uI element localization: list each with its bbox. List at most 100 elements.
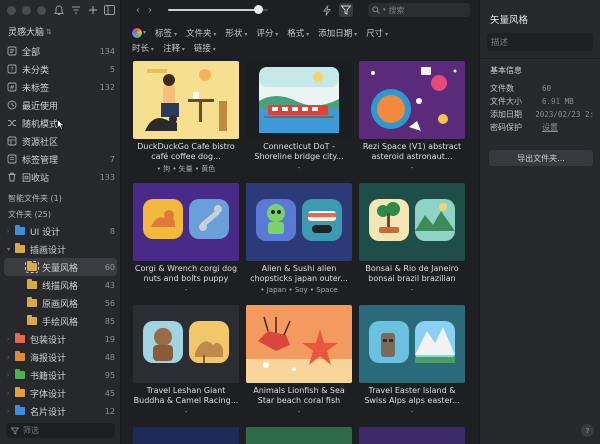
filter-chip[interactable]: 链接 — [194, 42, 216, 54]
sidebar-item-label: 随机模式 — [22, 119, 59, 130]
help-button[interactable]: ? — [581, 424, 594, 437]
sidebar-item[interactable]: 最近使用 — [0, 96, 121, 114]
uncategorized-icon: ? — [7, 64, 17, 74]
chevron-right-icon[interactable]: › — [7, 354, 14, 361]
asset-card[interactable]: Travel Leshan Giant Buddha & Camel Racin… — [133, 305, 239, 416]
asset-tags: • Japan • Soy • Space — [260, 286, 338, 294]
folder-item[interactable]: ▾ 插画设计 — [0, 240, 121, 258]
close-window-button[interactable] — [7, 6, 16, 15]
asset-thumbnail[interactable] — [133, 61, 239, 139]
filter-chip[interactable]: 评分 — [256, 27, 278, 39]
asset-card[interactable]: Corgi & Wrench corgi dog nuts and bolts … — [133, 183, 239, 294]
lightning-icon[interactable] — [320, 3, 334, 17]
asset-card[interactable]: Alien & Sushi alien chopsticks japan out… — [246, 183, 352, 294]
asset-thumbnail[interactable] — [246, 183, 352, 261]
chevron-right-icon[interactable]: › — [7, 408, 14, 415]
library-switcher[interactable]: 灵感大脑 ⇅ — [8, 25, 52, 39]
chevron-right-icon[interactable]: › — [7, 336, 14, 343]
filter-chip[interactable]: 文件夹 — [186, 27, 216, 39]
sidebar-filter-input[interactable] — [23, 426, 103, 435]
chevron-right-icon[interactable]: › — [7, 228, 14, 235]
sidebar-item[interactable]: 资源社区 — [0, 132, 121, 150]
asset-thumbnail[interactable] — [359, 305, 465, 383]
filter-chip[interactable]: 形状 — [225, 27, 247, 39]
search-box[interactable]: ▾ — [368, 3, 470, 17]
password-setting-link[interactable]: 设置 — [542, 122, 558, 133]
search-input[interactable] — [388, 5, 459, 15]
sidebar-filter[interactable] — [6, 423, 115, 438]
filter-toggle-icon[interactable] — [339, 3, 353, 17]
folder-item[interactable]: › 书籍设计 95 — [0, 366, 121, 384]
folder-item[interactable]: › 字体设计 45 — [0, 384, 121, 402]
chevron-updown-icon: ⇅ — [46, 27, 52, 36]
folders-heading[interactable]: 文件夹 (25) — [0, 206, 121, 222]
smart-folders-heading[interactable]: 智能文件夹 (1) — [0, 190, 121, 206]
sidebar-item[interactable]: 标签管理 7 — [0, 150, 121, 168]
sort-icon[interactable] — [70, 4, 81, 16]
asset-thumbnail[interactable] — [133, 183, 239, 261]
folder-item[interactable]: › 海报设计 48 — [0, 348, 121, 366]
bell-icon[interactable] — [53, 4, 64, 16]
sidebar-toggle-icon[interactable] — [104, 4, 115, 16]
asset-thumbnail[interactable] — [246, 305, 352, 383]
filter-chip[interactable]: 时长 — [132, 42, 154, 54]
asset-thumbnail[interactable] — [359, 183, 465, 261]
asset-thumbnail[interactable] — [246, 61, 352, 139]
back-button[interactable]: ‹ — [132, 5, 144, 16]
filter-chip[interactable]: 标签 — [155, 27, 177, 39]
folder-label: 包装设计 — [30, 335, 67, 346]
folder-icon — [25, 261, 39, 273]
zoom-window-button[interactable] — [37, 6, 46, 15]
sidebar-item[interactable]: 回收站 133 — [0, 168, 121, 186]
color-filter[interactable]: ▾ — [132, 27, 146, 38]
asset-thumbnail[interactable] — [133, 305, 239, 383]
asset-tags: - — [297, 164, 301, 172]
untagged-icon: # — [7, 82, 17, 92]
asset-thumbnail[interactable] — [359, 427, 465, 444]
folder-item[interactable]: 手绘风格 85 — [0, 312, 121, 330]
search-caret-icon: ▾ — [383, 7, 386, 13]
description-field[interactable]: 描述 — [487, 33, 593, 51]
filter-chip[interactable]: 格式 — [287, 27, 309, 39]
chevron-down-icon[interactable]: ▾ — [7, 246, 14, 253]
sidebar-item-label: 全部 — [22, 47, 41, 58]
folder-item[interactable]: › 包装设计 19 — [0, 330, 121, 348]
folder-label: 海报设计 — [30, 353, 67, 364]
zoom-slider[interactable] — [168, 5, 268, 14]
chevron-right-icon[interactable]: › — [7, 372, 14, 379]
asset-card[interactable]: DuckDuckGo Cafe bistro café coffee dog..… — [133, 61, 239, 174]
property-value: 6.91 MB — [542, 97, 574, 106]
filter-chip[interactable]: 注释 — [163, 42, 185, 54]
chevron-right-icon[interactable]: › — [7, 390, 14, 397]
folder-name[interactable]: 矢量风格 — [490, 12, 528, 26]
folder-item[interactable]: 矢量风格 60 — [4, 258, 117, 276]
zoom-slider-knob[interactable] — [254, 5, 263, 14]
asset-thumbnail[interactable] — [246, 427, 352, 444]
sidebar-item[interactable]: # 未标签 132 — [0, 78, 121, 96]
asset-card[interactable]: Animals Lionfish & Sea Star beach coral … — [246, 305, 352, 416]
sidebar-item[interactable]: ? 未分类 5 — [0, 60, 121, 78]
sidebar-item[interactable]: 全部 134 — [0, 42, 121, 60]
asset-thumbnail[interactable] — [359, 61, 465, 139]
export-folder-button[interactable]: 导出文件夹... — [489, 150, 593, 166]
asset-thumbnail[interactable] — [133, 427, 239, 444]
filter-chip[interactable]: 尺寸 — [366, 27, 388, 39]
forward-button[interactable]: › — [144, 5, 156, 16]
folder-item[interactable]: › 名片设计 12 — [0, 402, 121, 420]
folder-item[interactable]: › UI 设计 8 — [0, 222, 121, 240]
folder-item[interactable]: 线描风格 43 — [0, 276, 121, 294]
asset-card[interactable]: Travel Easter Island & Swiss Alps alps e… — [359, 305, 465, 416]
asset-tags: • 狗 • 矢量 • 黄色 — [156, 165, 216, 173]
asset-card[interactable]: Bonsai & Rio de Janeiro bonsai brazil br… — [359, 183, 465, 294]
asset-title: Corgi & Wrench corgi dog nuts and bolts … — [134, 264, 238, 283]
folder-count: 19 — [104, 334, 115, 344]
color-wheel-icon — [132, 27, 142, 38]
asset-card[interactable]: Connecticut DoT - Shoreline bridge city.… — [246, 61, 352, 172]
basic-info-heading: 基本信息 — [490, 66, 522, 75]
folder-label: UI 设计 — [30, 227, 61, 238]
add-icon[interactable] — [87, 4, 98, 16]
filter-chip[interactable]: 添加日期 — [318, 27, 357, 39]
minimize-window-button[interactable] — [22, 6, 31, 15]
asset-card[interactable]: Rezi Space (V1) abstract asteroid astron… — [359, 61, 465, 172]
folder-item[interactable]: 原画风格 56 — [0, 294, 121, 312]
